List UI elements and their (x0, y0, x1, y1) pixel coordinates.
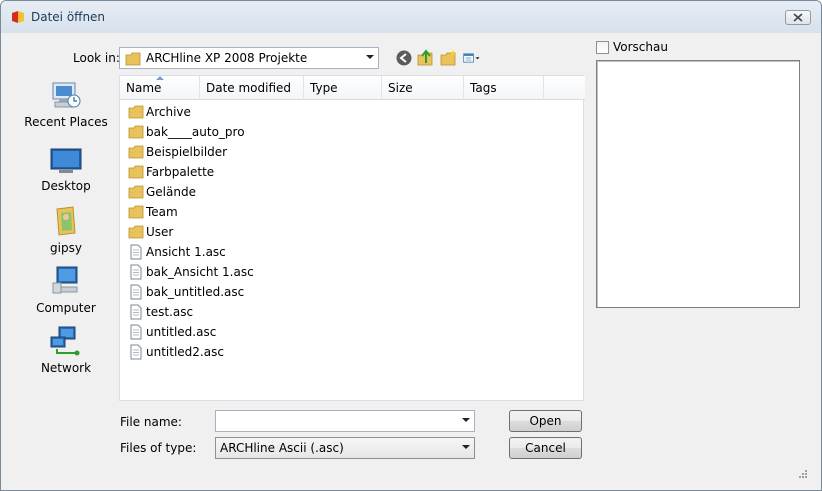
file-name: Beispielbilder (146, 145, 228, 159)
file-name: Farbpalette (146, 165, 215, 179)
look-in-label: Look in: (73, 51, 120, 65)
place-label: Network (40, 361, 92, 375)
chevron-down-icon (462, 418, 470, 422)
file-icon (130, 244, 142, 260)
place-network[interactable]: Network (13, 325, 119, 383)
preview-label: Vorschau (613, 40, 668, 54)
open-file-dialog: Datei öffnen Look in: ARCHline XP 2008 P… (0, 0, 822, 491)
chevron-down-icon (366, 55, 374, 59)
folder-icon (128, 185, 144, 199)
place-recent-places[interactable]: Recent Places (13, 79, 119, 137)
folder-icon (128, 205, 144, 219)
file-name: bak____auto_pro (146, 125, 245, 139)
files-of-type-dropdown[interactable]: ARCHline Ascii (.asc) (215, 437, 475, 459)
look-in-value: ARCHline XP 2008 Projekte (146, 51, 308, 65)
place-label: Desktop (41, 179, 91, 193)
chevron-down-icon (462, 445, 470, 449)
network-icon (50, 326, 80, 356)
file-row[interactable]: untitled.asc (120, 322, 585, 342)
file-list[interactable]: Name Date modified Type Size Tags Archiv… (119, 75, 585, 401)
place-desktop[interactable]: Desktop (13, 147, 119, 205)
dialog-content: Look in: ARCHline XP 2008 Projekte Recen… (9, 33, 814, 483)
place-gipsy[interactable]: gipsy (13, 205, 119, 263)
file-name: bak_Ansicht 1.asc (146, 265, 254, 279)
file-icon (130, 344, 142, 360)
folder-icon (128, 225, 144, 239)
file-row[interactable]: Gelände (120, 182, 585, 202)
preview-pane (596, 60, 800, 308)
file-row[interactable]: bak____auto_pro (120, 122, 585, 142)
files-of-type-label: Files of type: (120, 441, 197, 455)
file-row[interactable]: User (120, 222, 585, 242)
file-name: User (146, 225, 174, 239)
file-row[interactable]: Team (120, 202, 585, 222)
app-icon (12, 11, 24, 23)
computer-icon (52, 266, 78, 294)
place-label: gipsy (50, 241, 82, 255)
cancel-button[interactable]: Cancel (509, 437, 582, 459)
file-row[interactable]: bak_Ansicht 1.asc (120, 262, 585, 282)
column-headers: Name Date modified Type Size Tags (120, 76, 585, 100)
file-icon (130, 304, 142, 320)
user-folder-icon (56, 206, 76, 236)
file-row[interactable]: test.asc (120, 302, 585, 322)
file-row[interactable]: bak_untitled.asc (120, 282, 585, 302)
file-row[interactable]: Beispielbilder (120, 142, 585, 162)
file-name-label: File name: (120, 415, 182, 429)
place-computer[interactable]: Computer (13, 265, 119, 323)
place-label: Computer (36, 301, 96, 315)
column-header-size[interactable]: Size (382, 76, 464, 100)
file-name-input[interactable] (215, 410, 475, 432)
file-name: untitled.asc (146, 325, 217, 339)
column-header-name[interactable]: Name (120, 76, 200, 100)
place-label: Recent Places (24, 115, 108, 129)
views-menu-icon[interactable] (463, 49, 481, 67)
file-row[interactable]: Farbpalette (120, 162, 585, 182)
new-folder-icon[interactable] (440, 49, 458, 67)
file-row[interactable]: untitled2.asc (120, 342, 585, 362)
folder-icon (128, 145, 144, 159)
file-icon (130, 324, 142, 340)
file-icon (130, 284, 142, 300)
title-bar[interactable]: Datei öffnen (1, 1, 821, 33)
preview-checkbox[interactable] (596, 41, 609, 54)
column-header-date-modified[interactable]: Date modified (200, 76, 304, 100)
desktop-icon (50, 148, 82, 173)
column-header-tags[interactable]: Tags (464, 76, 544, 100)
file-name: untitled2.asc (146, 345, 224, 359)
file-name: Ansicht 1.asc (146, 245, 226, 259)
close-icon (793, 13, 803, 22)
folder-icon (125, 52, 141, 66)
look-in-dropdown[interactable]: ARCHline XP 2008 Projekte (119, 47, 379, 69)
resize-grip-icon[interactable] (798, 469, 808, 479)
folder-icon (128, 105, 144, 119)
up-folder-icon[interactable] (417, 49, 435, 67)
folder-icon (128, 165, 144, 179)
column-header-type[interactable]: Type (304, 76, 382, 100)
recent-places-icon (52, 82, 81, 108)
open-button[interactable]: Open (509, 410, 582, 432)
file-name: bak_untitled.asc (146, 285, 245, 299)
file-name: test.asc (146, 305, 194, 319)
folder-icon (128, 125, 144, 139)
back-icon[interactable] (395, 49, 413, 67)
places-bar: Recent Places Desktop gipsy Computer Net… (13, 79, 119, 399)
close-button[interactable] (785, 10, 811, 25)
file-icon (130, 264, 142, 280)
file-name: Archive (146, 105, 191, 119)
file-name: Team (146, 205, 178, 219)
file-name: Gelände (146, 185, 196, 199)
files-of-type-value: ARCHline Ascii (.asc) (220, 441, 344, 455)
window-title: Datei öffnen (31, 10, 106, 24)
file-row[interactable]: Ansicht 1.asc (120, 242, 585, 262)
file-row[interactable]: Archive (120, 102, 585, 122)
